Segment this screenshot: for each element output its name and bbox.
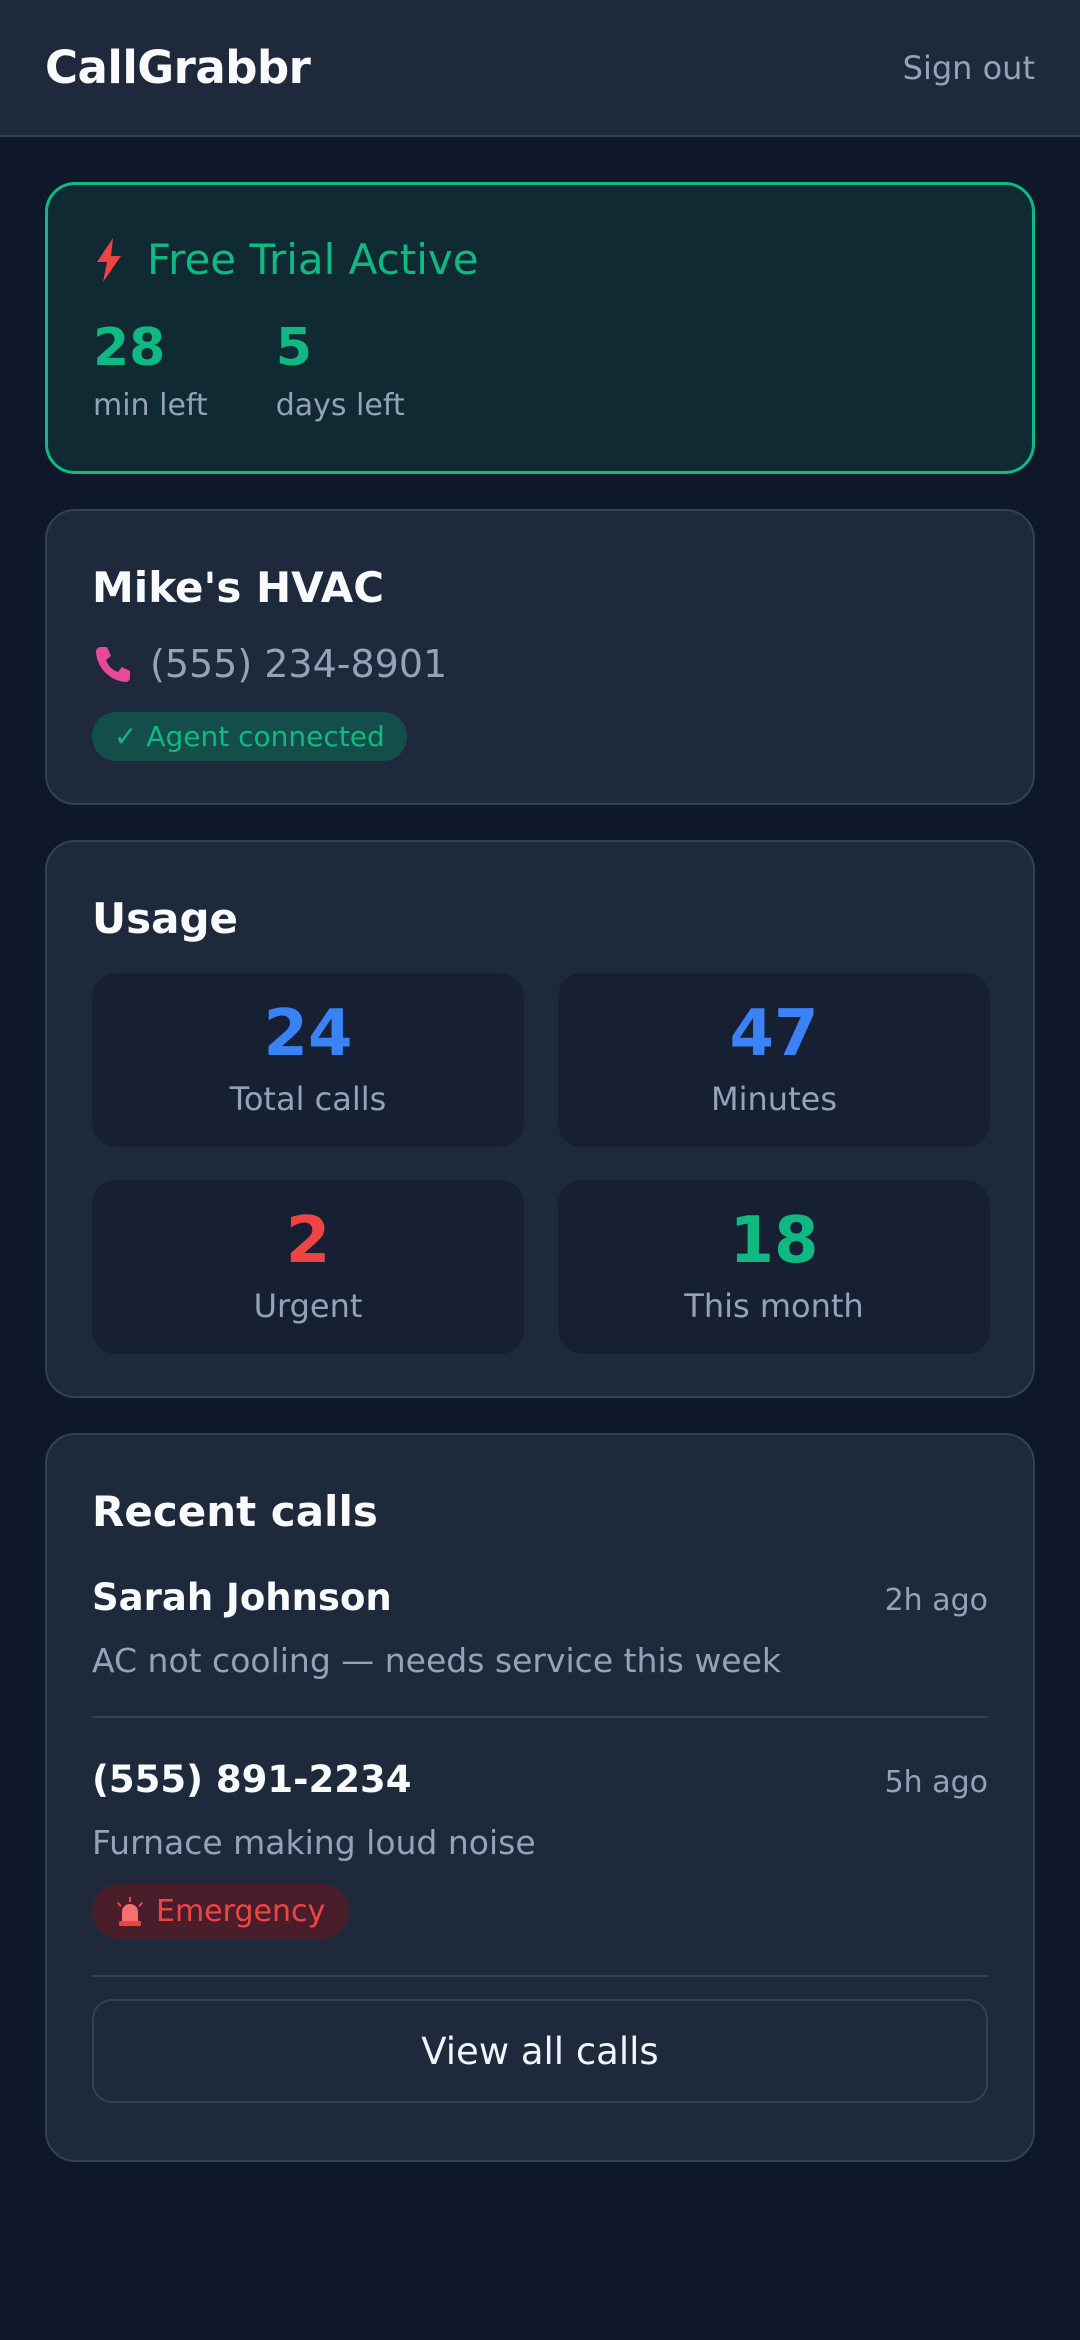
total-calls-value: 24 <box>263 997 353 1071</box>
trial-title: Free Trial Active <box>147 235 479 284</box>
caller-name: (555) 891-2234 <box>92 1758 412 1801</box>
lightning-icon <box>93 237 125 282</box>
emergency-badge: Emergency <box>92 1884 350 1939</box>
usage-title: Usage <box>92 894 238 943</box>
phone-icon <box>92 643 134 685</box>
days-left-value: 5 <box>275 318 312 378</box>
siren-icon <box>116 1896 144 1927</box>
trial-card: Free Trial Active 28 min left 5 days lef… <box>45 182 1035 474</box>
minutes-left-value: 28 <box>93 318 166 378</box>
main-content: Free Trial Active 28 min left 5 days lef… <box>0 137 1080 2162</box>
call-header: (555) 891-2234 5h ago <box>92 1758 988 1801</box>
minutes-left-label: min left <box>93 388 208 423</box>
usage-tile-urgent: 2 Urgent <box>92 1180 524 1354</box>
call-list-item[interactable]: Sarah Johnson 2h ago AC not cooling — ne… <box>92 1536 988 1718</box>
this-month-label: This month <box>684 1287 864 1325</box>
app-header: CallGrabbr Sign out <box>0 0 1080 137</box>
total-calls-label: Total calls <box>229 1080 387 1118</box>
recent-calls-title: Recent calls <box>92 1487 378 1536</box>
usage-tile-minutes: 47 Minutes <box>558 973 990 1147</box>
app-brand: CallGrabbr <box>45 41 311 94</box>
trial-stats: 28 min left 5 days left <box>93 322 987 423</box>
usage-tile-this-month: 18 This month <box>558 1180 990 1354</box>
caller-name: Sarah Johnson <box>92 1576 392 1619</box>
call-description: AC not cooling — needs service this week <box>92 1641 782 1680</box>
call-time: 5h ago <box>884 1765 988 1800</box>
days-left-label: days left <box>275 388 405 423</box>
minutes-label: Minutes <box>711 1080 837 1118</box>
business-phone-row: (555) 234-8901 <box>92 642 988 686</box>
urgent-label: Urgent <box>253 1287 363 1325</box>
view-all-calls-button[interactable]: View all calls <box>92 1999 988 2103</box>
usage-card: Usage 24 Total calls 47 Minutes 2 Urgent… <box>45 840 1035 1398</box>
usage-grid: 24 Total calls 47 Minutes 2 Urgent 18 Th… <box>92 973 990 1354</box>
emergency-badge-label: Emergency <box>156 1894 326 1929</box>
call-time: 2h ago <box>884 1583 988 1618</box>
call-header: Sarah Johnson 2h ago <box>92 1576 988 1619</box>
business-card: Mike's HVAC (555) 234-8901 ✓ Agent conne… <box>45 509 1035 805</box>
business-name: Mike's HVAC <box>92 563 385 612</box>
minutes-value: 47 <box>729 997 819 1071</box>
days-left-stat: 5 days left <box>276 322 405 423</box>
urgent-value: 2 <box>285 1204 331 1278</box>
usage-tile-total-calls: 24 Total calls <box>92 973 524 1147</box>
call-description: Furnace making loud noise <box>92 1823 536 1862</box>
minutes-left-stat: 28 min left <box>93 322 208 423</box>
business-phone: (555) 234-8901 <box>150 642 448 686</box>
agent-status-badge: ✓ Agent connected <box>92 712 407 761</box>
sign-out-link[interactable]: Sign out <box>903 49 1035 87</box>
recent-calls-card: Recent calls Sarah Johnson 2h ago AC not… <box>45 1433 1035 2162</box>
this-month-value: 18 <box>729 1204 819 1278</box>
call-list-item[interactable]: (555) 891-2234 5h ago Furnace making lou… <box>92 1718 988 1977</box>
trial-title-row: Free Trial Active <box>93 235 987 284</box>
